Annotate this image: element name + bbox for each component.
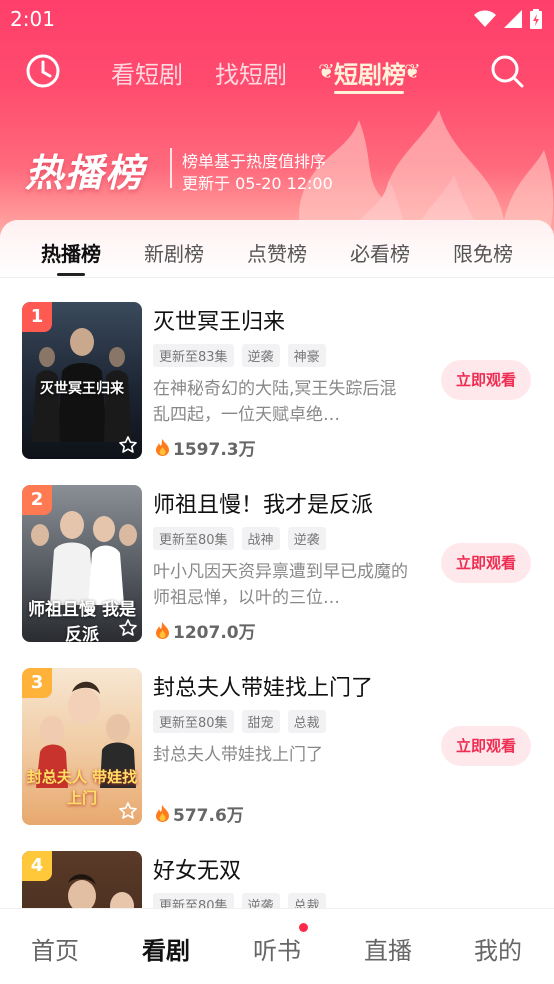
tag-episodes: 更新至80集 — [153, 893, 234, 908]
tag-episodes: 更新至80集 — [153, 527, 234, 550]
tag-genre: 逆袭 — [287, 527, 326, 550]
drama-description: 叶小凡因天资异禀遭到早已成魔的师祖忌惮，以叶的三位… — [153, 562, 408, 608]
search-icon[interactable] — [489, 53, 525, 89]
tag-list: 更新至83集 逆袭 神豪 — [153, 344, 326, 367]
tag-genre: 甜宠 — [241, 710, 280, 733]
drama-poster[interactable]: 2 师祖且慢 我是反派 — [22, 485, 142, 642]
list-item[interactable]: 4 好女无双 更新至80集 逆袭 总裁 — [0, 829, 554, 908]
drama-title[interactable]: 封总夫人带娃找上门了 — [153, 670, 373, 702]
fire-icon — [156, 622, 169, 639]
list-item[interactable]: 1 灭世冥王归来 灭世冥王归来 更新至83集 逆袭 神豪 在神秘奇幻的大陆,冥王… — [0, 280, 554, 463]
drama-description: 封总夫人带娃找上门了 — [153, 745, 323, 765]
drama-title[interactable]: 好女无双 — [153, 853, 241, 885]
laurel-left-icon: ❦ — [318, 59, 335, 83]
tag-list: 更新至80集 甜宠 总裁 — [153, 710, 326, 733]
drama-title[interactable]: 灭世冥王归来 — [153, 304, 285, 336]
tag-genre: 总裁 — [287, 710, 326, 733]
heat-number: 1597.3万 — [173, 440, 256, 460]
tag-list: 更新至80集 战神 逆袭 — [153, 527, 326, 550]
rank-badge: 2 — [22, 485, 52, 515]
favorite-star-icon[interactable] — [118, 618, 138, 638]
hero-subtitle-updated: 更新于 05-20 12:00 — [182, 174, 333, 193]
battery-icon — [530, 9, 542, 29]
status-bar: 2:01 — [0, 0, 554, 38]
ranking-list: 1 灭世冥王归来 灭世冥王归来 更新至83集 逆袭 神豪 在神秘奇幻的大陆,冥王… — [0, 280, 554, 908]
category-tab-hot[interactable]: 热播榜 — [26, 238, 116, 267]
heat-value: 1207.0万 — [155, 618, 256, 643]
poster-caption: 灭世冥王归来 — [40, 381, 124, 397]
tag-genre: 总裁 — [287, 893, 326, 908]
bottom-nav-home[interactable]: 首页 — [15, 931, 95, 966]
drama-title[interactable]: 师祖且慢！我才是反派 — [153, 487, 373, 519]
category-tabs: 热播榜 新剧榜 点赞榜 必看榜 限免榜 — [0, 220, 554, 278]
drama-poster[interactable]: 4 — [22, 851, 142, 908]
history-clock-icon[interactable] — [25, 53, 61, 89]
watch-now-button[interactable]: 立即观看 — [441, 726, 531, 766]
category-tab-likes[interactable]: 点赞榜 — [232, 238, 322, 267]
tag-episodes: 更新至80集 — [153, 710, 234, 733]
list-item[interactable]: 2 师祖且慢 我是反派 师祖且慢！我才是反派 更新至80集 战神 逆袭 叶小凡因… — [0, 463, 554, 646]
heat-value: 1597.3万 — [155, 435, 256, 460]
tag-episodes: 更新至83集 — [153, 344, 234, 367]
watch-now-button[interactable]: 立即观看 — [441, 360, 531, 400]
tab-shorts-ranking[interactable]: 短剧榜 — [334, 55, 406, 90]
fire-icon — [156, 805, 169, 822]
wifi-icon — [474, 10, 496, 27]
hero-title: 热播榜 — [25, 151, 146, 195]
drama-description: 在神秘奇幻的大陆,冥王失踪后混乱四起，一位天赋卓绝… — [153, 379, 397, 425]
tag-genre: 神豪 — [287, 344, 326, 367]
watch-now-button[interactable]: 立即观看 — [441, 543, 531, 583]
tag-list: 更新至80集 逆袭 总裁 — [153, 893, 326, 908]
favorite-star-icon[interactable] — [118, 435, 138, 455]
bottom-nav-live[interactable]: 直播 — [348, 931, 428, 966]
heat-value: 577.6万 — [155, 801, 244, 826]
category-tab-must-watch[interactable]: 必看榜 — [335, 238, 425, 267]
category-tab-new[interactable]: 新剧榜 — [129, 238, 219, 267]
tag-genre: 逆袭 — [241, 893, 280, 908]
rank-badge: 4 — [22, 851, 52, 881]
tab-watch-shorts[interactable]: 看短剧 — [111, 55, 183, 90]
drama-poster[interactable]: 1 灭世冥王归来 — [22, 302, 142, 459]
bottom-nav-profile[interactable]: 我的 — [458, 931, 538, 966]
tab-find-shorts[interactable]: 找短剧 — [215, 55, 287, 90]
category-tab-free[interactable]: 限免榜 — [438, 238, 528, 267]
header-banner: 2:01 看短剧 找短剧 ❦ 短剧榜 ❦ 热播榜 榜单基于热度值排序 更新于 0… — [0, 0, 554, 240]
drama-poster[interactable]: 3 封总夫人 带娃找上门 — [22, 668, 142, 825]
notification-dot — [299, 923, 308, 932]
list-item[interactable]: 3 封总夫人 带娃找上门 封总夫人带娃找上门了 更新至80集 甜宠 总裁 封总夫… — [0, 646, 554, 829]
heat-number: 577.6万 — [173, 806, 244, 826]
laurel-right-icon: ❦ — [404, 59, 421, 83]
bottom-nav-watch[interactable]: 看剧 — [126, 931, 206, 966]
signal-icon — [504, 10, 522, 28]
heat-number: 1207.0万 — [173, 623, 256, 643]
tag-genre: 逆袭 — [241, 344, 280, 367]
tag-genre: 战神 — [241, 527, 280, 550]
rank-badge: 1 — [22, 302, 52, 332]
category-tab-underline — [57, 273, 85, 276]
status-time: 2:01 — [10, 7, 55, 31]
top-nav: 看短剧 找短剧 ❦ 短剧榜 ❦ — [0, 45, 554, 99]
hero-subtitle-sort: 榜单基于热度值排序 — [182, 152, 327, 171]
bottom-nav: 首页 看剧 听书 直播 我的 — [0, 908, 554, 984]
tab-underline — [334, 91, 404, 94]
favorite-star-icon[interactable] — [118, 801, 138, 821]
rank-badge: 3 — [22, 668, 52, 698]
fire-icon — [156, 439, 169, 456]
bottom-nav-audiobook[interactable]: 听书 — [237, 931, 317, 966]
hero-divider — [170, 148, 172, 188]
